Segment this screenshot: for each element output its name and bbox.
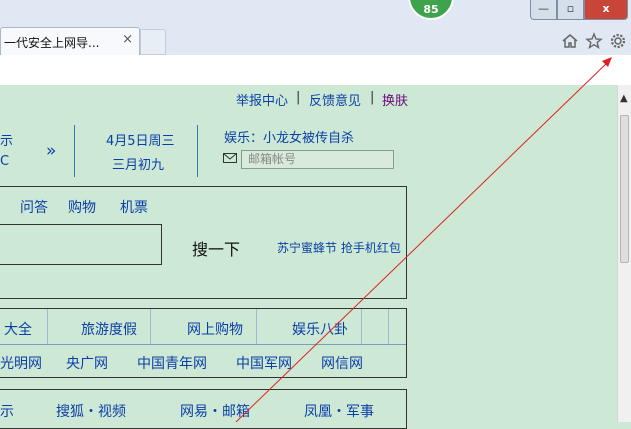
skin-link[interactable]: 换肤 <box>382 90 408 109</box>
site-link-cac[interactable]: 网信网 <box>321 353 363 373</box>
new-tab-button[interactable] <box>140 29 166 55</box>
site-link-gmw[interactable]: 光明网 <box>0 353 42 373</box>
divider <box>197 125 198 177</box>
site-link-ifeng[interactable]: 凤凰・军事 <box>304 401 374 421</box>
tab-flights[interactable]: 机票 <box>120 197 148 217</box>
divider <box>0 344 406 345</box>
weather-temp-cut[interactable]: C <box>0 154 9 169</box>
maximize-button[interactable]: ▫ <box>557 0 584 20</box>
search-button[interactable]: 搜一下 <box>192 236 240 260</box>
browser-tab[interactable]: 一代安全上网导... × <box>0 27 140 55</box>
tab-qa[interactable]: 问答 <box>20 197 48 217</box>
email-account-input[interactable]: 邮箱帐号 <box>241 150 394 169</box>
site-link-chinamil[interactable]: 中国军网 <box>236 353 292 373</box>
scroll-up-icon[interactable]: ▲ <box>620 93 628 104</box>
tab-title: 一代安全上网导... <box>4 36 100 50</box>
news-headline-link[interactable]: 娱乐：小龙女被传自杀 <box>224 127 354 146</box>
divider <box>256 309 257 344</box>
home-icon[interactable] <box>561 32 579 50</box>
divider <box>388 309 389 344</box>
scroll-thumb[interactable] <box>620 115 629 263</box>
site-link-sohu[interactable]: 搜狐・视频 <box>56 401 126 421</box>
divider <box>150 309 151 344</box>
nav-item-shopping[interactable]: 网上购物 <box>187 319 243 339</box>
site-link-cut[interactable]: 示 <box>0 401 14 421</box>
search-input[interactable] <box>0 224 162 265</box>
site-link-youth[interactable]: 中国青年网 <box>137 353 207 373</box>
divider <box>74 125 75 177</box>
nav-item-entertainment[interactable]: 娱乐八卦 <box>292 319 348 339</box>
divider <box>361 309 362 344</box>
minimize-button[interactable]: — <box>530 0 557 20</box>
feedback-link[interactable]: 反馈意见 <box>309 90 361 109</box>
date-text[interactable]: 4月5日周三 <box>106 130 175 149</box>
nav-item-directory[interactable]: 大全 <box>4 319 32 339</box>
star-icon[interactable] <box>585 32 603 50</box>
weather-text-cut[interactable]: 示 <box>0 130 13 149</box>
mail-icon <box>223 152 237 168</box>
close-window-button[interactable]: x <box>584 0 628 20</box>
divider <box>47 309 48 344</box>
site-link-cnr[interactable]: 央广网 <box>66 353 108 373</box>
site-link-163[interactable]: 网易・邮箱 <box>180 401 250 421</box>
tab-close-icon[interactable]: × <box>122 32 133 47</box>
nav-item-travel[interactable]: 旅游度假 <box>81 319 137 339</box>
tab-shopping[interactable]: 购物 <box>68 197 96 217</box>
separator: | <box>370 90 375 105</box>
separator: | <box>296 90 301 105</box>
expand-arrow-icon[interactable]: » <box>46 141 56 161</box>
lunar-date-text[interactable]: 三月初九 <box>112 154 164 173</box>
report-link[interactable]: 举报中心 <box>236 90 288 109</box>
vertical-scrollbar[interactable]: ▲ <box>617 85 631 422</box>
address-bar-area <box>0 55 631 86</box>
promo-link[interactable]: 苏宁蜜蜂节 抢手机红包 <box>277 239 401 256</box>
gear-icon[interactable] <box>609 32 627 50</box>
